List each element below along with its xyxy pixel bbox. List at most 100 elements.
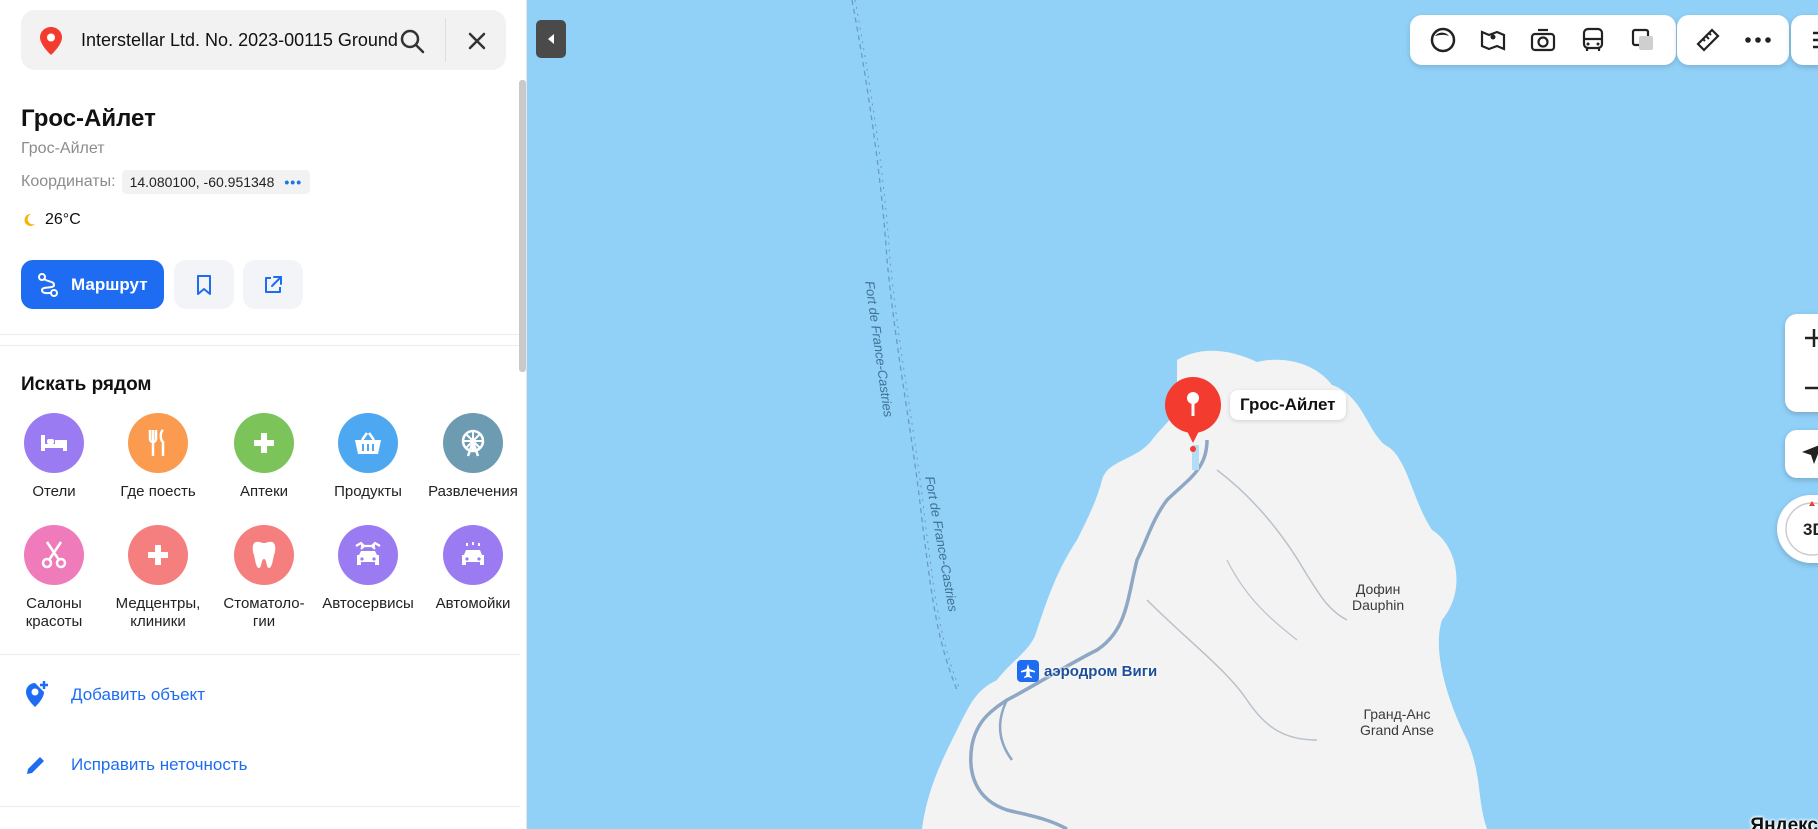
place-label-dauphin: Дофин Dauphin xyxy=(1352,581,1404,613)
scissors-icon xyxy=(24,525,84,585)
airport-label[interactable]: аэродром Виги xyxy=(1017,660,1157,682)
category-label: Автосервисы xyxy=(322,595,414,612)
fork-knife-icon xyxy=(128,413,188,473)
add-object-link[interactable]: Добавить объект xyxy=(21,680,205,710)
plus-icon xyxy=(234,413,294,473)
category-groceries[interactable]: Продукты xyxy=(316,413,420,501)
location-pin-icon xyxy=(40,27,62,55)
category-car-service[interactable]: Автосервисы xyxy=(316,525,420,613)
pencil-icon xyxy=(21,750,51,780)
car-service-icon xyxy=(338,525,398,585)
place-label-grand-anse: Гранд-Анс Grand Anse xyxy=(1360,706,1434,738)
share-icon xyxy=(265,275,282,293)
coordinates-chip[interactable]: 14.080100, -60.951348 ••• xyxy=(121,170,311,194)
divider xyxy=(0,806,520,807)
moon-icon xyxy=(24,213,35,226)
coordinates-value: 14.080100, -60.951348 xyxy=(129,174,275,190)
basket-icon xyxy=(338,413,398,473)
category-label: Аптеки xyxy=(239,483,289,500)
route-icon xyxy=(38,273,58,297)
overlay-icon xyxy=(1631,28,1653,50)
ruler-button[interactable] xyxy=(1683,15,1733,65)
divider xyxy=(0,334,520,335)
category-label: Где поесть xyxy=(120,483,196,500)
yandex-logo: Яндекс xyxy=(1750,815,1818,829)
menu-button[interactable] xyxy=(1791,15,1818,65)
place-label-ru: Дофин xyxy=(1355,581,1401,597)
category-dentists[interactable]: Стоматоло- гии xyxy=(212,525,316,631)
collapse-panel-button[interactable] xyxy=(536,20,566,58)
category-label: Автомойки xyxy=(435,595,511,612)
search-bar[interactable]: Interstellar Ltd. No. 2023-00115 Ground xyxy=(21,10,506,70)
layers-button[interactable] xyxy=(1418,15,1468,65)
nearby-title: Искать рядом xyxy=(21,374,152,395)
panorama-button[interactable] xyxy=(1468,15,1518,65)
bed-icon xyxy=(24,413,84,473)
bookmark-button[interactable] xyxy=(174,260,234,309)
search-separator xyxy=(445,18,446,62)
add-place-icon xyxy=(21,680,51,710)
more-button[interactable] xyxy=(1733,15,1783,65)
mode-3d-label: 3D xyxy=(1803,520,1818,539)
my-location-button[interactable] xyxy=(1785,430,1818,478)
place-label-ru: Гранд-Анс xyxy=(1363,706,1431,722)
hamburger-icon xyxy=(1813,31,1818,49)
more-dots-icon xyxy=(1745,37,1771,43)
category-car-wash[interactable]: Автомойки xyxy=(421,525,525,613)
photo-button[interactable] xyxy=(1518,15,1568,65)
place-title: Грос-Айлет xyxy=(21,105,156,132)
category-pharmacy[interactable]: Аптеки xyxy=(212,413,316,501)
category-label: Развлечения xyxy=(428,483,518,500)
category-label: Стоматоло- гии xyxy=(223,595,305,630)
share-button[interactable] xyxy=(243,260,303,309)
map-canvas[interactable]: 3D Fort de France-Castries Fort de Franc… xyxy=(527,0,1818,829)
ruler-icon xyxy=(1696,28,1720,52)
layers-icon xyxy=(1430,27,1456,53)
weather: 26°C xyxy=(21,211,81,229)
zoom-in-icon[interactable] xyxy=(1802,326,1818,350)
place-label-en: Dauphin xyxy=(1352,597,1405,613)
place-card-panel: Interstellar Ltd. No. 2023-00115 Ground … xyxy=(0,0,527,829)
more-dots-icon[interactable]: ••• xyxy=(284,174,302,190)
category-food[interactable]: Где поесть xyxy=(106,413,210,501)
place-marker-icon xyxy=(1165,377,1221,452)
panorama-icon xyxy=(1480,30,1506,51)
route-button[interactable]: Маршрут xyxy=(21,260,164,309)
tooth-icon xyxy=(234,525,294,585)
divider xyxy=(0,345,520,346)
chevron-left-icon xyxy=(548,34,554,44)
coordinates-row: Координаты: 14.080100, -60.951348 ••• xyxy=(21,170,311,194)
category-label: Отели xyxy=(32,483,76,500)
map-layers-toolbar xyxy=(1410,15,1676,65)
tools-toolbar xyxy=(1677,15,1789,65)
divider xyxy=(0,654,520,655)
airport-name: аэродром Виги xyxy=(1044,662,1158,680)
ferris-wheel-icon xyxy=(443,413,503,473)
location-arrow-icon xyxy=(1802,445,1818,464)
coordinates-label: Координаты: xyxy=(21,173,116,190)
place-subtitle: Грос-Айлет xyxy=(21,140,105,157)
category-clinics[interactable]: Медцентры, клиники xyxy=(106,525,210,631)
add-object-label: Добавить объект xyxy=(71,685,205,704)
category-hotels[interactable]: Отели xyxy=(2,413,106,501)
close-icon[interactable] xyxy=(463,27,491,55)
zoom-out-icon[interactable] xyxy=(1802,376,1818,400)
traffic-button[interactable] xyxy=(1618,15,1668,65)
cross-icon xyxy=(128,525,188,585)
category-label: Медцентры, клиники xyxy=(115,595,201,630)
category-beauty[interactable]: Салоны красоты xyxy=(2,525,106,631)
transport-button[interactable] xyxy=(1568,15,1618,65)
search-input[interactable]: Interstellar Ltd. No. 2023-00115 Ground xyxy=(81,28,403,52)
zoom-control xyxy=(1785,314,1818,412)
search-icon[interactable] xyxy=(398,27,426,55)
category-entertainment[interactable]: Развлечения xyxy=(421,413,525,501)
camera-icon xyxy=(1530,28,1556,52)
bus-icon xyxy=(1582,27,1604,51)
car-wash-icon xyxy=(443,525,503,585)
bookmark-icon xyxy=(197,274,211,295)
fix-error-label: Исправить неточность xyxy=(71,755,248,774)
panel-scrollbar[interactable] xyxy=(519,80,526,372)
compass-3d-control[interactable]: 3D xyxy=(1777,495,1818,563)
weather-temp: 26°C xyxy=(45,211,81,228)
fix-error-link[interactable]: Исправить неточность xyxy=(21,750,248,780)
